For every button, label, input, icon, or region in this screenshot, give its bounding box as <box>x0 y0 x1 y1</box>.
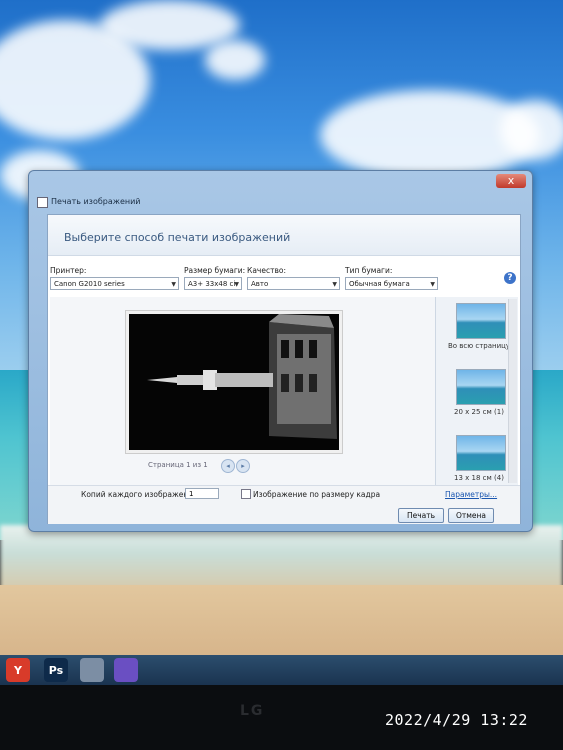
printer-icon <box>37 197 48 208</box>
layout-label-full-page: Во всю страницу <box>447 342 511 350</box>
chevron-down-icon: ▼ <box>171 281 176 288</box>
preview-image <box>126 311 342 453</box>
print-pictures-dialog: x Печать изображений Выберите способ печ… <box>28 170 533 532</box>
yandex-browser-icon[interactable]: Y <box>6 658 30 682</box>
viber-icon[interactable] <box>114 658 138 682</box>
options-link[interactable]: Параметры... <box>445 490 497 499</box>
yandex-label: Y <box>14 663 22 677</box>
copies-stepper[interactable]: 1 <box>185 488 219 499</box>
printer-value: Canon G2010 series <box>54 280 125 288</box>
photoshop-icon[interactable]: Ps <box>44 658 68 682</box>
layout-thumb-13x18[interactable] <box>456 435 506 471</box>
layout-list: Во всю страницу 20 x 25 см (1) 13 x 18 с… <box>435 297 518 485</box>
next-page-button[interactable]: ▸ <box>236 459 250 473</box>
paper-type-value: Обычная бумага <box>349 280 410 288</box>
help-icon[interactable]: ? <box>504 272 516 284</box>
print-button[interactable]: Печать <box>398 508 444 523</box>
window-title: Печать изображений <box>51 197 141 206</box>
layout-thumb-full-page[interactable] <box>456 303 506 339</box>
photo-timestamp: 2022/4/29 13:22 <box>385 711 528 729</box>
fit-to-frame-checkbox[interactable] <box>241 489 251 499</box>
previous-page-button[interactable]: ◂ <box>221 459 235 473</box>
photoshop-label: Ps <box>48 663 64 677</box>
paper-size-label: Размер бумаги: <box>184 266 246 275</box>
quality-value: Авто <box>251 280 269 288</box>
desktop-sand <box>0 585 563 660</box>
copies-label: Копий каждого изображения: <box>81 490 201 499</box>
paper-size-select[interactable]: A3+ 33x48 ci ▼ <box>184 277 242 290</box>
printer-select[interactable]: Canon G2010 series ▼ <box>50 277 179 290</box>
layout-scrollbar[interactable] <box>508 299 517 483</box>
paper-type-label: Тип бумаги: <box>345 266 393 275</box>
cloud <box>500 100 563 160</box>
layout-label-13x18: 13 x 18 см (4) <box>454 474 504 482</box>
dialog-footer: Копий каждого изображения: 1 Изображение… <box>48 485 520 524</box>
dialog-body: Выберите способ печати изображений Принт… <box>47 214 521 524</box>
layout-label-20x25: 20 x 25 см (1) <box>454 408 504 416</box>
quality-label: Качество: <box>247 266 286 275</box>
paper-type-select[interactable]: Обычная бумага ▼ <box>345 277 438 290</box>
monitor-logo: LG <box>240 703 265 719</box>
printer-label: Принтер: <box>50 266 87 275</box>
quality-select[interactable]: Авто ▼ <box>247 277 340 290</box>
layout-thumb-20x25[interactable] <box>456 369 506 405</box>
dialog-header: Выберите способ печати изображений <box>48 215 520 256</box>
header-instruction: Выберите способ печати изображений <box>64 231 291 244</box>
chevron-down-icon: ▼ <box>332 281 337 288</box>
page-indicator: Страница 1 из 1 <box>148 461 208 469</box>
close-button[interactable]: x <box>496 174 526 188</box>
cloud <box>205 40 265 80</box>
cancel-button[interactable]: Отмена <box>448 508 494 523</box>
chevron-down-icon: ▼ <box>234 281 239 288</box>
minaret-photo <box>129 314 339 450</box>
window-icon[interactable] <box>80 658 104 682</box>
chevron-down-icon: ▼ <box>430 281 435 288</box>
paper-size-value: A3+ 33x48 ci <box>188 280 236 288</box>
fit-to-frame-label: Изображение по размеру кадра <box>253 490 381 499</box>
